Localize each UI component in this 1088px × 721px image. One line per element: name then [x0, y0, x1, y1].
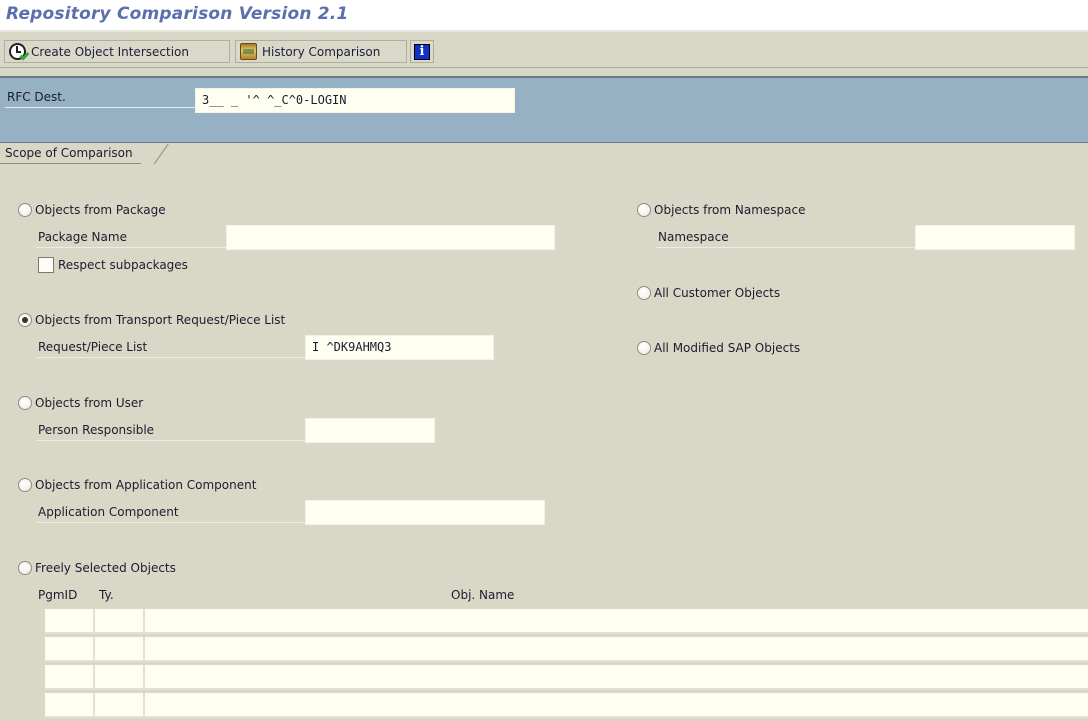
radio-label: Freely Selected Objects	[35, 561, 176, 575]
obj-name-cell[interactable]	[145, 609, 1088, 634]
radio-all-customer-objects[interactable]: All Customer Objects	[637, 284, 780, 302]
package-name-label: Package Name	[36, 228, 228, 248]
person-responsible-input[interactable]	[305, 418, 435, 443]
pgmid-cell[interactable]	[45, 637, 95, 662]
obj-name-cell[interactable]	[145, 693, 1088, 718]
radio-label: Objects from User	[35, 396, 144, 410]
pgmid-cell[interactable]	[45, 693, 95, 718]
radio-label: Objects from Transport Request/Piece Lis…	[35, 313, 286, 327]
radio-objects-from-namespace[interactable]: Objects from Namespace	[637, 201, 806, 219]
tab-scope-of-comparison[interactable]: Scope of Comparison	[0, 144, 141, 164]
obj-name-cell[interactable]	[145, 665, 1088, 690]
type-cell[interactable]	[95, 693, 145, 718]
person-responsible-label: Person Responsible	[36, 421, 306, 441]
radio-button[interactable]	[18, 561, 32, 575]
table-row	[45, 693, 1088, 720]
package-name-input[interactable]	[226, 225, 555, 250]
respect-subpackages-checkbox[interactable]	[38, 257, 54, 273]
radio-button[interactable]	[18, 396, 32, 410]
application-component-input[interactable]	[305, 500, 545, 525]
radio-label: Objects from Namespace	[654, 203, 806, 217]
radio-button-selected[interactable]	[18, 313, 32, 327]
radio-freely-selected-objects[interactable]: Freely Selected Objects	[18, 559, 176, 577]
objects-table	[45, 609, 1088, 721]
header-block: RFC Dest. 3__ _ '^ ^_C^0-LOGIN	[0, 76, 1088, 143]
create-object-intersection-button[interactable]: Create Object Intersection	[4, 40, 230, 63]
table-row	[45, 665, 1088, 692]
application-component-label: Application Component	[36, 503, 306, 523]
radio-label: All Customer Objects	[654, 286, 781, 300]
history-comparison-label: History Comparison	[262, 44, 381, 59]
table-row	[45, 609, 1088, 636]
window-title: Repository Comparison Version 2.1	[6, 4, 349, 24]
scroll-icon	[240, 43, 257, 60]
radio-label: Objects from Application Component	[35, 478, 257, 492]
tab-edge	[150, 144, 172, 164]
radio-objects-from-user[interactable]: Objects from User	[18, 394, 143, 412]
info-button[interactable]: i	[410, 40, 434, 63]
radio-objects-from-transport-request[interactable]: Objects from Transport Request/Piece Lis…	[18, 311, 285, 329]
create-object-intersection-label: Create Object Intersection	[31, 44, 189, 59]
table-row	[45, 637, 1088, 664]
pgmid-cell[interactable]	[45, 609, 95, 634]
radio-label: Objects from Package	[35, 203, 166, 217]
type-cell[interactable]	[95, 609, 145, 634]
pgmid-cell[interactable]	[45, 665, 95, 690]
radio-all-modified-sap-objects[interactable]: All Modified SAP Objects	[637, 339, 800, 357]
radio-button[interactable]	[637, 203, 651, 217]
application-toolbar: Create Object Intersection History Compa…	[0, 34, 1088, 68]
radio-button[interactable]	[18, 478, 32, 492]
radio-button[interactable]	[637, 286, 651, 300]
radio-objects-from-package[interactable]: Objects from Package	[18, 201, 166, 219]
request-piece-list-label: Request/Piece List	[36, 338, 306, 358]
info-icon: i	[414, 43, 430, 60]
request-piece-list-input[interactable]: I ^DK9AHMQ3	[305, 335, 494, 360]
column-header-type: Ty.	[99, 588, 114, 602]
type-cell[interactable]	[95, 665, 145, 690]
type-cell[interactable]	[95, 637, 145, 662]
radio-objects-from-application-component[interactable]: Objects from Application Component	[18, 476, 256, 494]
radio-label: All Modified SAP Objects	[654, 341, 801, 355]
checkbox-label: Respect subpackages	[58, 258, 188, 272]
namespace-input[interactable]	[915, 225, 1075, 250]
clock-check-icon	[9, 43, 30, 61]
title-bar: Repository Comparison Version 2.1	[0, 0, 1088, 32]
respect-subpackages-checkbox-row[interactable]: Respect subpackages	[38, 256, 188, 274]
radio-button[interactable]	[18, 203, 32, 217]
radio-button[interactable]	[637, 341, 651, 355]
history-comparison-button[interactable]: History Comparison	[235, 40, 407, 63]
column-header-pgmid: PgmID	[38, 588, 78, 602]
rfc-dest-label: RFC Dest.	[5, 88, 200, 108]
column-header-obj-name: Obj. Name	[451, 588, 515, 602]
rfc-dest-input[interactable]: 3__ _ '^ ^_C^0-LOGIN	[195, 88, 515, 113]
obj-name-cell[interactable]	[145, 637, 1088, 662]
namespace-label: Namespace	[656, 228, 918, 248]
